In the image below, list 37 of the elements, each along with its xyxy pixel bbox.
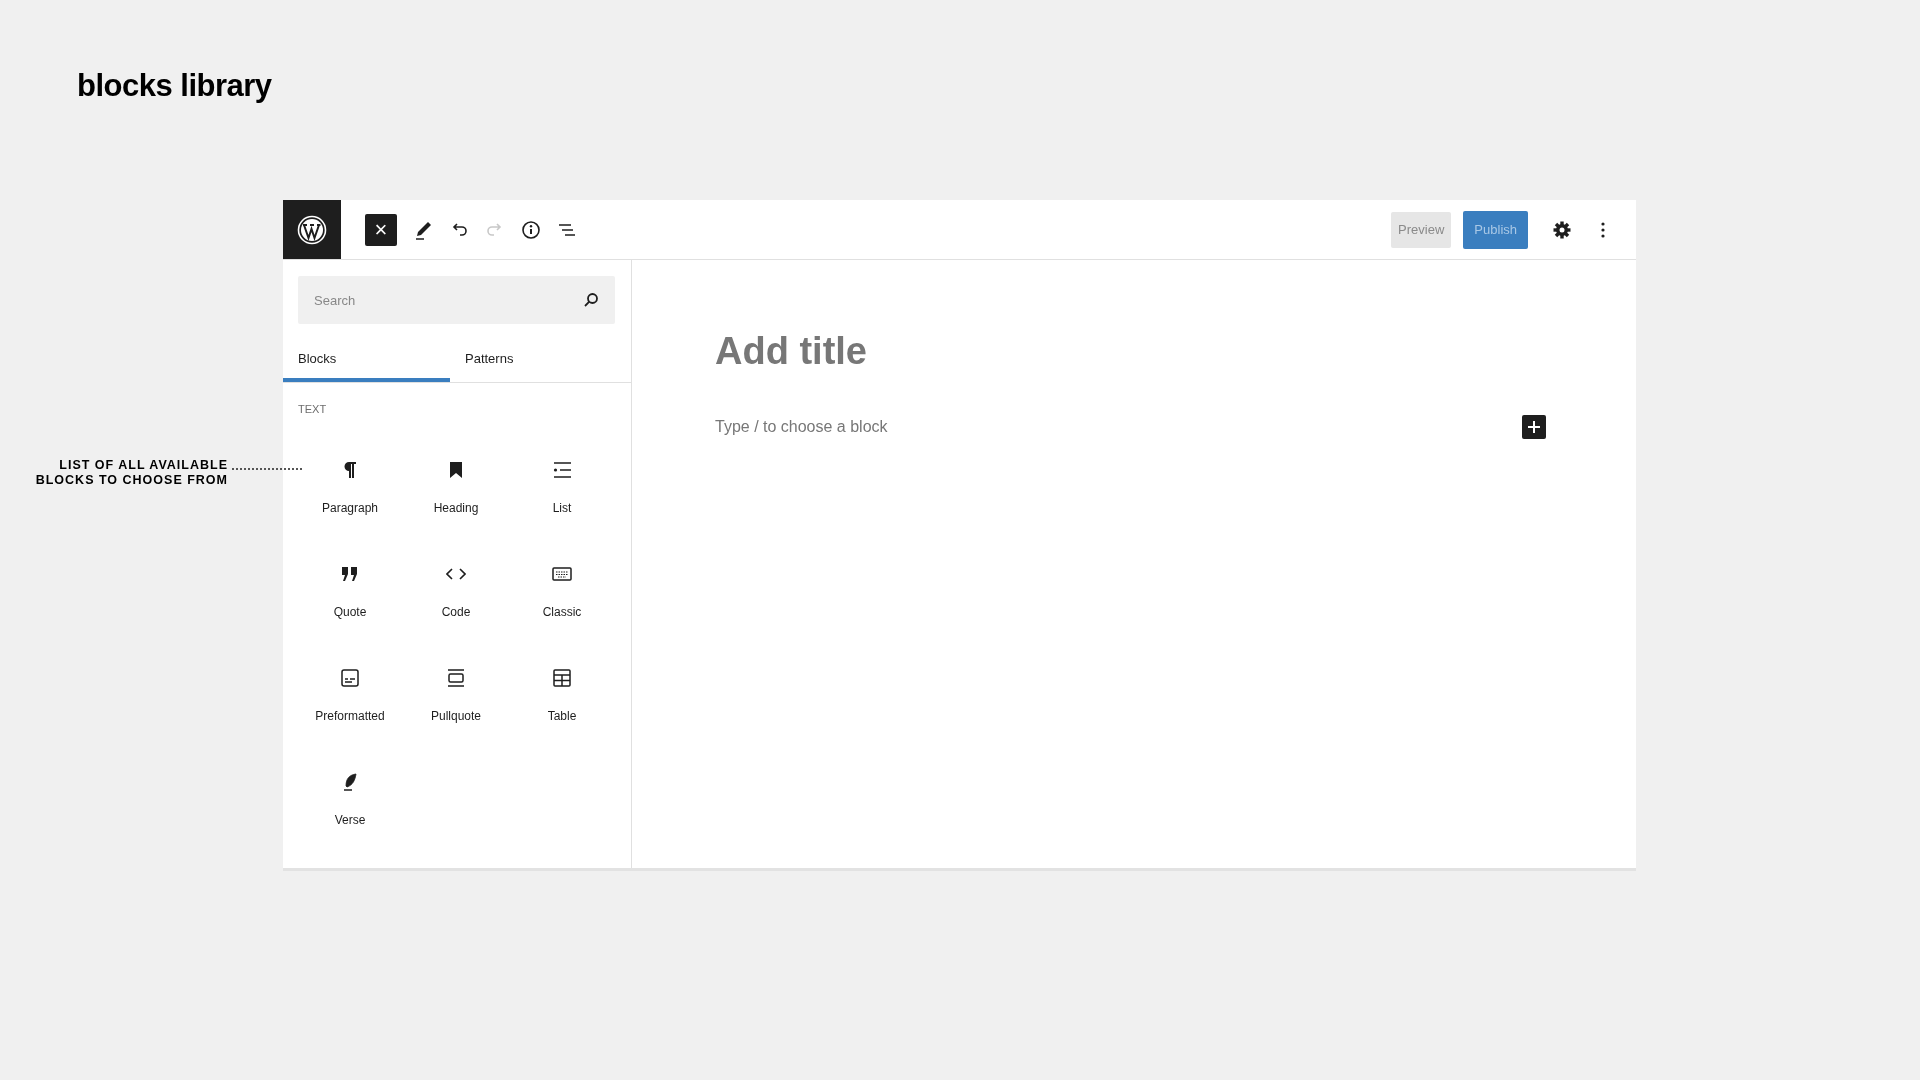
search-icon xyxy=(583,292,599,308)
block-item[interactable]: Heading xyxy=(403,459,509,515)
quote-icon xyxy=(341,566,359,582)
preformatted-icon xyxy=(341,669,359,687)
slide-title: blocks library xyxy=(77,68,272,104)
bookmark-icon xyxy=(450,462,462,478)
settings-icon[interactable] xyxy=(1552,219,1572,240)
block-item[interactable]: Preformatted xyxy=(297,667,403,723)
pilcrow-icon xyxy=(343,461,357,479)
category-heading: TEXT xyxy=(298,403,328,415)
block-item[interactable]: Code xyxy=(403,563,509,619)
list-icon xyxy=(553,462,571,478)
pullquote-icon xyxy=(447,669,465,687)
block-item[interactable]: Table xyxy=(509,667,615,723)
annotation-text: LIST OF ALL AVAILABLE BLOCKS TO CHOOSE FROM xyxy=(34,458,228,488)
tab[interactable]: Patterns xyxy=(450,338,617,382)
keyboard-icon xyxy=(552,567,572,581)
block-item[interactable]: Verse xyxy=(297,771,403,827)
add-block-button[interactable] xyxy=(1522,415,1546,439)
tab[interactable]: Blocks xyxy=(283,338,450,382)
pencil-icon[interactable] xyxy=(413,219,433,240)
plus-icon xyxy=(1527,420,1541,434)
block-item[interactable]: Paragraph xyxy=(297,459,403,515)
post-title-field[interactable]: Add title xyxy=(715,330,867,373)
block-placeholder[interactable]: Type / to choose a block xyxy=(715,418,888,436)
block-item[interactable]: Quote xyxy=(297,563,403,619)
block-item[interactable]: List xyxy=(509,459,615,515)
block-item[interactable]: Pullquote xyxy=(403,667,509,723)
block-item[interactable]: Classic xyxy=(509,563,615,619)
wordpress-logo-icon[interactable] xyxy=(283,200,341,259)
close-button[interactable]: × xyxy=(365,213,397,246)
table-icon xyxy=(553,669,571,687)
code-icon xyxy=(446,567,466,581)
more-options-icon[interactable] xyxy=(1600,220,1606,239)
feather-icon xyxy=(343,773,357,791)
info-icon[interactable] xyxy=(521,219,541,240)
search-field[interactable]: Search xyxy=(298,276,615,324)
